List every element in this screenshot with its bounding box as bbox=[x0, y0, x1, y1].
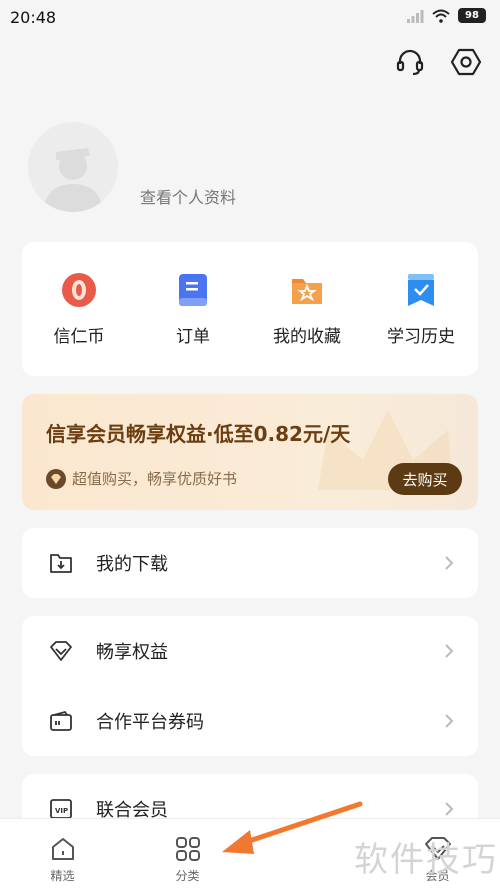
status-icons: 98 bbox=[406, 8, 486, 23]
shortcut-orders[interactable]: 订单 bbox=[136, 242, 250, 376]
annotation-arrow bbox=[222, 801, 363, 854]
battery-indicator: 98 bbox=[458, 8, 486, 23]
headset-icon[interactable] bbox=[394, 46, 426, 78]
downloads-card: 我的下载 bbox=[22, 528, 478, 598]
status-bar: 20:48 98 bbox=[0, 0, 500, 34]
chevron-right-icon bbox=[442, 714, 456, 728]
benefits-card: 畅享权益 合作平台券码 bbox=[22, 616, 478, 756]
vip-subtitle-row: 超值购买，畅享优质好书 bbox=[46, 468, 237, 489]
grid-icon bbox=[175, 837, 200, 861]
shortcut-label: 信仁币 bbox=[53, 327, 105, 347]
status-time: 20:48 bbox=[10, 8, 57, 27]
coin-icon bbox=[61, 272, 97, 308]
nav-label: 分类 bbox=[175, 869, 200, 883]
nav-label: 精选 bbox=[50, 869, 75, 883]
menu-label: 合作平台券码 bbox=[96, 712, 204, 733]
nav-featured[interactable]: 精选 bbox=[0, 819, 125, 889]
vip-title: 信享会员畅享权益·低至0.82元/天 bbox=[46, 422, 351, 446]
menu-label: 畅享权益 bbox=[96, 642, 168, 663]
home-icon bbox=[51, 838, 74, 860]
shortcut-favorites[interactable]: 我的收藏 bbox=[250, 242, 364, 376]
favorite-folder-icon bbox=[289, 272, 325, 308]
vip-diamond-icon bbox=[46, 468, 66, 489]
svg-text:VIP: VIP bbox=[55, 807, 68, 815]
avatar[interactable] bbox=[28, 122, 118, 212]
view-profile-link[interactable]: 查看个人资料 bbox=[140, 184, 236, 208]
signal-icon bbox=[407, 9, 424, 23]
vip-banner[interactable]: 信享会员畅享权益·低至0.82元/天 超值购买，畅享优质好书 去购买 bbox=[22, 394, 478, 510]
wallet-icon bbox=[48, 708, 74, 734]
buy-button[interactable]: 去购买 bbox=[388, 463, 462, 495]
vip-subtitle: 超值购买，畅享优质好书 bbox=[72, 470, 238, 488]
shortcut-label: 我的收藏 bbox=[273, 327, 341, 347]
chevron-right-icon bbox=[442, 556, 456, 570]
chevron-right-icon bbox=[442, 644, 456, 658]
wifi-icon bbox=[432, 9, 450, 23]
menu-label: 我的下载 bbox=[96, 554, 168, 575]
shortcut-label: 订单 bbox=[176, 327, 210, 347]
diamond-icon bbox=[48, 638, 74, 664]
shortcuts-card: 信仁币 订单 我的收藏 学习历史 bbox=[22, 242, 478, 376]
order-icon bbox=[175, 272, 211, 308]
menu-item-downloads[interactable]: 我的下载 bbox=[22, 528, 478, 598]
shortcut-label: 学习历史 bbox=[387, 327, 455, 347]
menu-item-benefits[interactable]: 畅享权益 bbox=[22, 616, 478, 686]
shortcut-history[interactable]: 学习历史 bbox=[364, 242, 478, 376]
menu-item-coupons[interactable]: 合作平台券码 bbox=[22, 686, 478, 756]
download-folder-icon bbox=[48, 550, 74, 576]
watermark: 软件技巧 bbox=[354, 840, 498, 880]
chevron-right-icon bbox=[442, 802, 456, 816]
top-actions bbox=[394, 46, 482, 78]
history-bookmark-icon bbox=[403, 272, 439, 308]
settings-icon[interactable] bbox=[450, 46, 482, 78]
shortcut-coins[interactable]: 信仁币 bbox=[22, 242, 136, 376]
